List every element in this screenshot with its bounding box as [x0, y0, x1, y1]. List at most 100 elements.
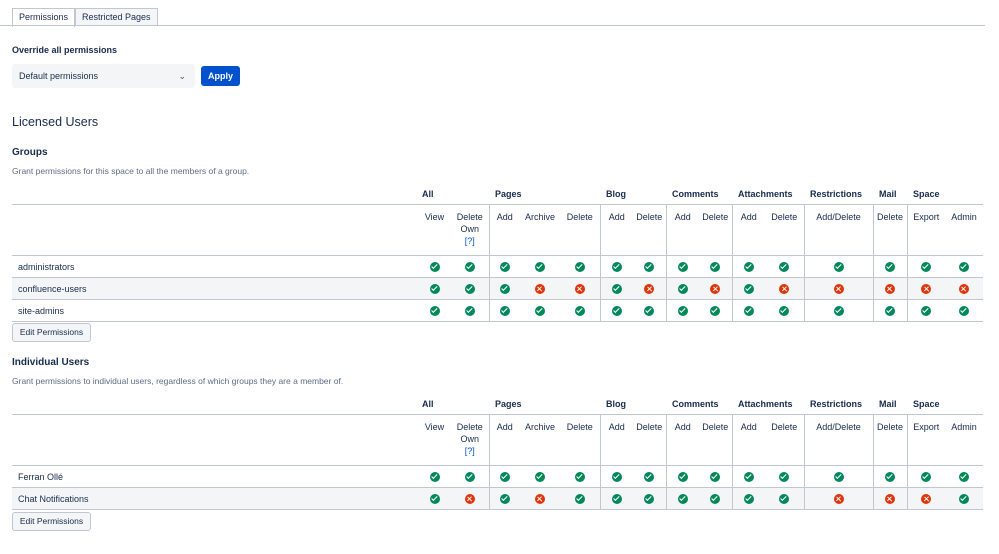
permission-cell — [872, 487, 908, 510]
permission-cell — [599, 299, 634, 322]
permission-cell — [418, 299, 451, 322]
column-header: Admin — [945, 414, 984, 466]
check-circle-icon — [574, 493, 585, 504]
column-header: Archive — [520, 204, 561, 256]
permission-cell — [699, 487, 733, 510]
column-header: Delete — [633, 414, 667, 466]
column-group-header: All — [422, 189, 434, 199]
permission-cell — [418, 255, 451, 278]
permissions-select[interactable]: Default permissions ⌄ — [12, 64, 195, 88]
check-circle-icon — [710, 471, 721, 482]
check-circle-icon — [743, 471, 754, 482]
permission-cell — [520, 255, 561, 278]
tab-restricted-pages[interactable]: Restricted Pages — [75, 8, 158, 26]
permission-cell — [945, 255, 984, 278]
column-group-header: Mail — [879, 399, 897, 409]
tab-bar: Permissions Restricted Pages — [12, 8, 158, 27]
permission-cell — [520, 487, 561, 510]
column-group-header: Space — [913, 399, 940, 409]
permission-cell — [765, 299, 805, 322]
table-row: Ferran Ollé — [12, 465, 984, 488]
column-header: Delete — [872, 414, 908, 466]
apply-button[interactable]: Apply — [201, 66, 240, 86]
permission-cell — [488, 299, 521, 322]
column-header: Delete — [765, 414, 805, 466]
check-circle-icon — [611, 493, 622, 504]
header-spacer — [12, 184, 418, 205]
permission-cell — [633, 299, 667, 322]
check-circle-icon — [499, 283, 510, 294]
permission-cell — [872, 465, 908, 488]
permission-cell — [665, 299, 700, 322]
permission-cell — [488, 465, 521, 488]
check-circle-icon — [574, 305, 585, 316]
permission-cell — [451, 255, 490, 278]
permission-cell — [451, 465, 490, 488]
check-circle-icon — [710, 261, 721, 272]
permission-cell — [451, 299, 490, 322]
permission-cell — [906, 487, 946, 510]
column-group-header: Blog — [606, 399, 627, 409]
column-header: Add — [599, 414, 634, 466]
check-circle-icon — [833, 305, 844, 316]
permission-cell — [945, 487, 984, 510]
cross-circle-icon — [959, 283, 970, 294]
check-circle-icon — [611, 261, 622, 272]
permission-cell — [731, 487, 766, 510]
column-header-label: Delete Own — [456, 212, 483, 234]
column-group-header: Mail — [879, 189, 897, 199]
check-circle-icon — [464, 261, 475, 272]
check-circle-icon — [959, 471, 970, 482]
check-circle-icon — [885, 305, 896, 316]
permission-cell — [560, 487, 601, 510]
permission-cell — [906, 277, 946, 300]
permission-cell — [599, 465, 634, 488]
check-circle-icon — [644, 305, 655, 316]
permission-cell — [731, 255, 766, 278]
permission-cell — [765, 277, 805, 300]
check-circle-icon — [959, 305, 970, 316]
permission-cell — [699, 277, 733, 300]
permission-cell — [665, 277, 700, 300]
permission-cell — [765, 255, 805, 278]
column-header: View — [418, 204, 451, 256]
table-row: confluence-users — [12, 277, 984, 300]
edit-group-permissions-button[interactable]: Edit Permissions — [12, 323, 91, 342]
column-group-header: Restrictions — [810, 399, 863, 409]
column-group-header: Comments — [672, 189, 719, 199]
groups-title: Groups — [12, 147, 48, 158]
permission-cell — [731, 299, 766, 322]
row-name: site-admins — [12, 299, 418, 322]
column-header: Add — [665, 204, 700, 256]
permission-cell — [803, 255, 874, 278]
check-circle-icon — [611, 283, 622, 294]
users-permissions-table: All Pages Blog Comments Attachments Restricti… — [12, 394, 984, 510]
column-header: Add — [731, 414, 766, 466]
check-circle-icon — [743, 305, 754, 316]
permission-cell — [633, 465, 667, 488]
check-circle-icon — [921, 261, 932, 272]
column-group-header: Pages — [495, 189, 522, 199]
check-circle-icon — [677, 283, 688, 294]
column-header: Delete Own [?] — [451, 204, 490, 256]
help-link[interactable]: [?] — [451, 445, 489, 457]
column-group-header: Attachments — [738, 399, 793, 409]
permission-cell — [765, 465, 805, 488]
edit-user-permissions-button[interactable]: Edit Permissions — [12, 512, 91, 531]
permission-cell — [418, 277, 451, 300]
row-name: administrators — [12, 255, 418, 278]
check-circle-icon — [644, 261, 655, 272]
cross-circle-icon — [710, 283, 721, 294]
permission-cell — [560, 299, 601, 322]
column-header: Admin — [945, 204, 984, 256]
permission-cell — [803, 277, 874, 300]
permission-cell — [872, 299, 908, 322]
individual-users-title: Individual Users — [12, 357, 90, 368]
table-row: Chat Notifications — [12, 487, 984, 510]
column-header: Add — [599, 204, 634, 256]
check-circle-icon — [429, 471, 440, 482]
permission-cell — [803, 465, 874, 488]
permission-cell — [418, 487, 451, 510]
help-link[interactable]: [?] — [451, 235, 489, 247]
permission-cell — [906, 465, 946, 488]
